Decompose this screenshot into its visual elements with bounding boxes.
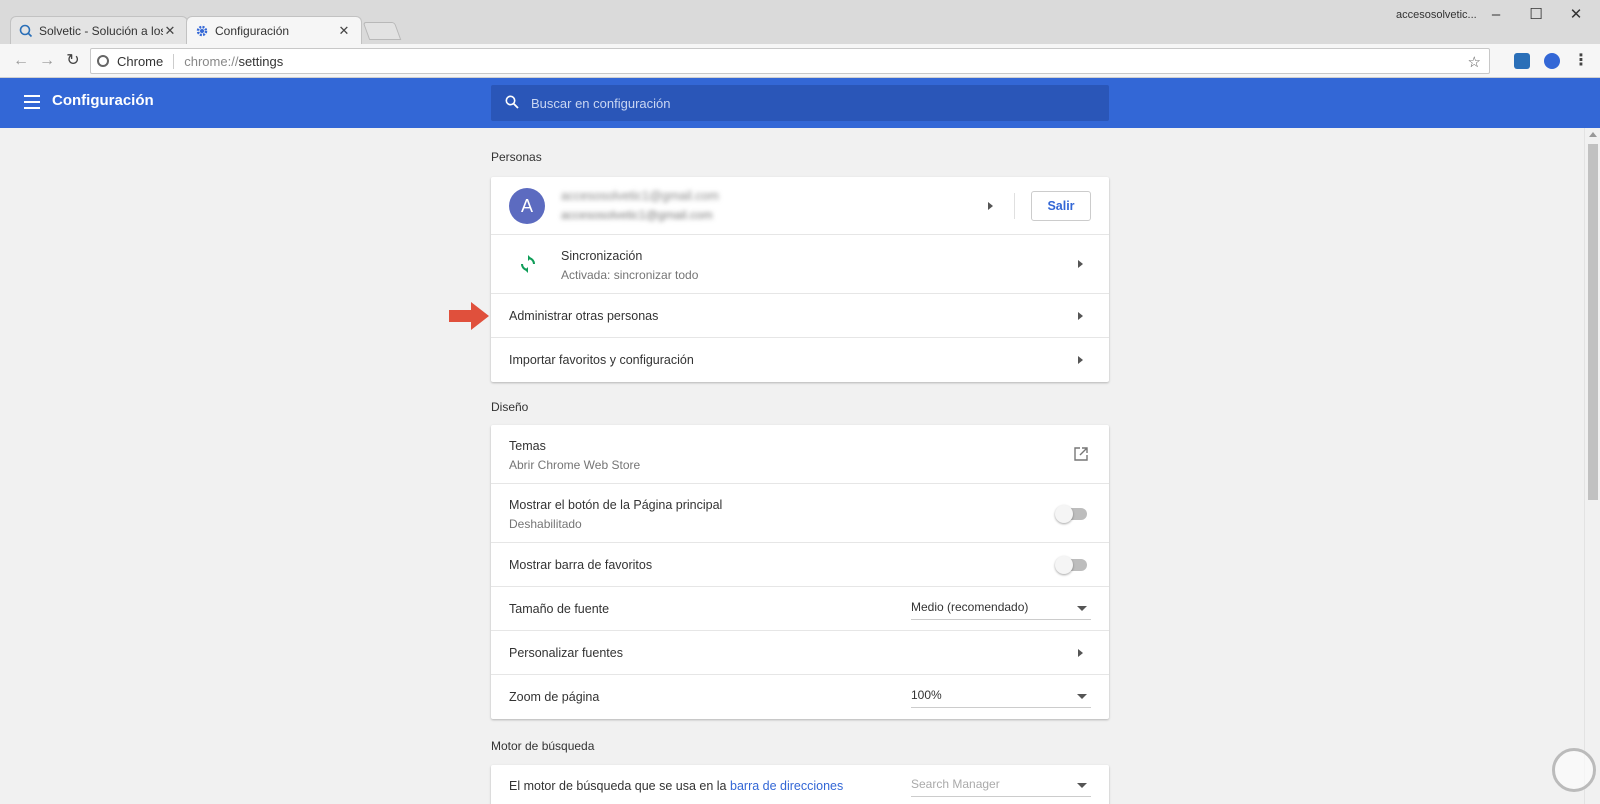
scrollbar-thumb[interactable] — [1588, 144, 1598, 500]
personas-card: A accesosolvetic1@gmail.com accesosolvet… — [491, 177, 1109, 382]
bookmarks-bar-row: Mostrar barra de favoritos — [491, 543, 1109, 587]
font-size-value: Medio (recomendado) — [911, 600, 1029, 614]
title-bar: Solvetic - Solución a los p ✕ Configurac… — [0, 0, 1600, 44]
solvetic-icon — [19, 24, 33, 38]
home-button-status: Deshabilitado — [509, 517, 582, 531]
signout-button[interactable]: Salir — [1031, 191, 1091, 221]
account-email: accesosolvetic1@gmail.com — [561, 208, 713, 222]
import-label: Importar favoritos y configuración — [509, 353, 694, 367]
tab-configuracion[interactable]: Configuración ✕ — [186, 16, 362, 44]
search-engine-label: El motor de búsqueda que se usa en la ba… — [509, 779, 844, 793]
sync-icon — [521, 255, 535, 273]
dropdown-caret-icon — [1077, 783, 1087, 788]
import-row[interactable]: Importar favoritos y configuración — [491, 338, 1109, 382]
omnibox-site: Chrome — [117, 53, 175, 69]
omnibox-url: chrome://settings — [184, 53, 284, 69]
font-size-row: Tamaño de fuente Medio (recomendado) — [491, 587, 1109, 631]
forward-arrow-icon[interactable]: → — [36, 50, 58, 72]
page-zoom-label: Zoom de página — [509, 690, 600, 704]
close-icon[interactable]: ✕ — [1558, 4, 1594, 26]
reload-icon[interactable]: ↻ — [62, 50, 84, 72]
search-engine-value: Search Manager — [911, 777, 1000, 791]
account-extension-icon[interactable] — [1544, 53, 1560, 69]
customize-fonts-label: Personalizar fuentes — [509, 646, 623, 660]
home-button-label: Mostrar el botón de la Página principal — [509, 498, 723, 512]
more-menu-icon[interactable]: ⋮ — [1570, 50, 1592, 72]
chevron-right-icon[interactable] — [1078, 356, 1083, 364]
address-bar[interactable]: Chrome chrome://settings ☆ — [90, 48, 1490, 74]
scrollbar[interactable] — [1584, 128, 1600, 804]
themes-sub: Abrir Chrome Web Store — [509, 458, 641, 472]
sync-label: Sincronización — [561, 249, 643, 263]
page-zoom-select[interactable]: 100% — [911, 686, 1091, 708]
gear-icon — [195, 24, 209, 38]
home-button-row: Mostrar el botón de la Página principal … — [491, 484, 1109, 543]
chrome-icon — [97, 55, 109, 67]
avatar: A — [509, 188, 545, 224]
hamburger-menu-icon[interactable] — [24, 95, 40, 109]
chevron-right-icon[interactable] — [1078, 260, 1083, 268]
themes-label: Temas — [509, 439, 546, 453]
account-row[interactable]: A accesosolvetic1@gmail.com accesosolvet… — [491, 177, 1109, 235]
settings-search[interactable] — [491, 85, 1109, 121]
extension-icon[interactable] — [1514, 53, 1530, 69]
page-zoom-value: 100% — [911, 688, 942, 702]
tab-label: Solvetic - Solución a los p — [39, 23, 163, 38]
font-size-label: Tamaño de fuente — [509, 602, 610, 616]
home-button-toggle[interactable] — [1055, 505, 1087, 523]
bookmarks-bar-toggle[interactable] — [1055, 556, 1087, 574]
dropdown-caret-icon — [1077, 606, 1087, 611]
font-size-select[interactable]: Medio (recomendado) — [911, 598, 1091, 620]
section-title-personas: Personas — [491, 150, 542, 164]
address-bar-link[interactable]: barra de direcciones — [730, 779, 843, 793]
new-tab-button[interactable] — [362, 22, 402, 40]
chevron-right-icon[interactable] — [1078, 312, 1083, 320]
sync-row[interactable]: Sincronización Activada: sincronizar tod… — [491, 235, 1109, 294]
manage-people-label: Administrar otras personas — [509, 309, 659, 323]
chevron-right-icon[interactable] — [1078, 649, 1083, 657]
bookmarks-bar-label: Mostrar barra de favoritos — [509, 558, 653, 572]
tab-label: Configuración — [215, 23, 290, 38]
profile-name[interactable]: accesosolvetic... — [1396, 9, 1477, 21]
tab-close-icon[interactable]: ✕ — [337, 23, 351, 39]
tab-close-icon[interactable]: ✕ — [163, 23, 177, 39]
chevron-right-icon[interactable] — [988, 202, 993, 210]
back-arrow-icon[interactable]: ← — [10, 50, 32, 72]
section-title-motor: Motor de búsqueda — [491, 739, 595, 753]
tab-solvetic[interactable]: Solvetic - Solución a los p ✕ — [10, 16, 188, 44]
settings-header: Configuración — [0, 78, 1600, 128]
divider — [1014, 193, 1015, 219]
account-name: accesosolvetic1@gmail.com — [561, 189, 719, 203]
dropdown-caret-icon — [1077, 694, 1087, 699]
maximize-icon[interactable]: ☐ — [1518, 4, 1554, 26]
page-zoom-row: Zoom de página 100% — [491, 675, 1109, 719]
external-link-icon[interactable] — [1073, 446, 1089, 462]
bookmark-star-icon[interactable]: ☆ — [1468, 53, 1481, 71]
search-input[interactable] — [531, 85, 1091, 121]
red-arrow-annotation-icon — [449, 302, 489, 330]
browser-toolbar: ← → ↻ Chrome chrome://settings ☆ ⋮ — [0, 44, 1600, 78]
minimize-icon[interactable]: – — [1478, 4, 1514, 26]
search-icon — [505, 95, 519, 109]
page-title: Configuración — [52, 92, 154, 109]
settings-content: Personas A accesosolvetic1@gmail.com acc… — [0, 128, 1584, 804]
section-title-diseno: Diseño — [491, 400, 529, 414]
search-engine-row: El motor de búsqueda que se usa en la ba… — [491, 765, 1109, 804]
scroll-up-arrow-icon[interactable] — [1589, 132, 1597, 137]
search-engine-card: El motor de búsqueda que se usa en la ba… — [491, 765, 1109, 804]
manage-people-row[interactable]: Administrar otras personas — [491, 294, 1109, 338]
sync-status: Activada: sincronizar todo — [561, 268, 699, 282]
solvetic-watermark-icon — [1552, 748, 1596, 792]
themes-row[interactable]: Temas Abrir Chrome Web Store — [491, 425, 1109, 484]
diseno-card: Temas Abrir Chrome Web Store Mostrar el … — [491, 425, 1109, 719]
customize-fonts-row[interactable]: Personalizar fuentes — [491, 631, 1109, 675]
search-engine-select[interactable]: Search Manager — [911, 775, 1091, 797]
